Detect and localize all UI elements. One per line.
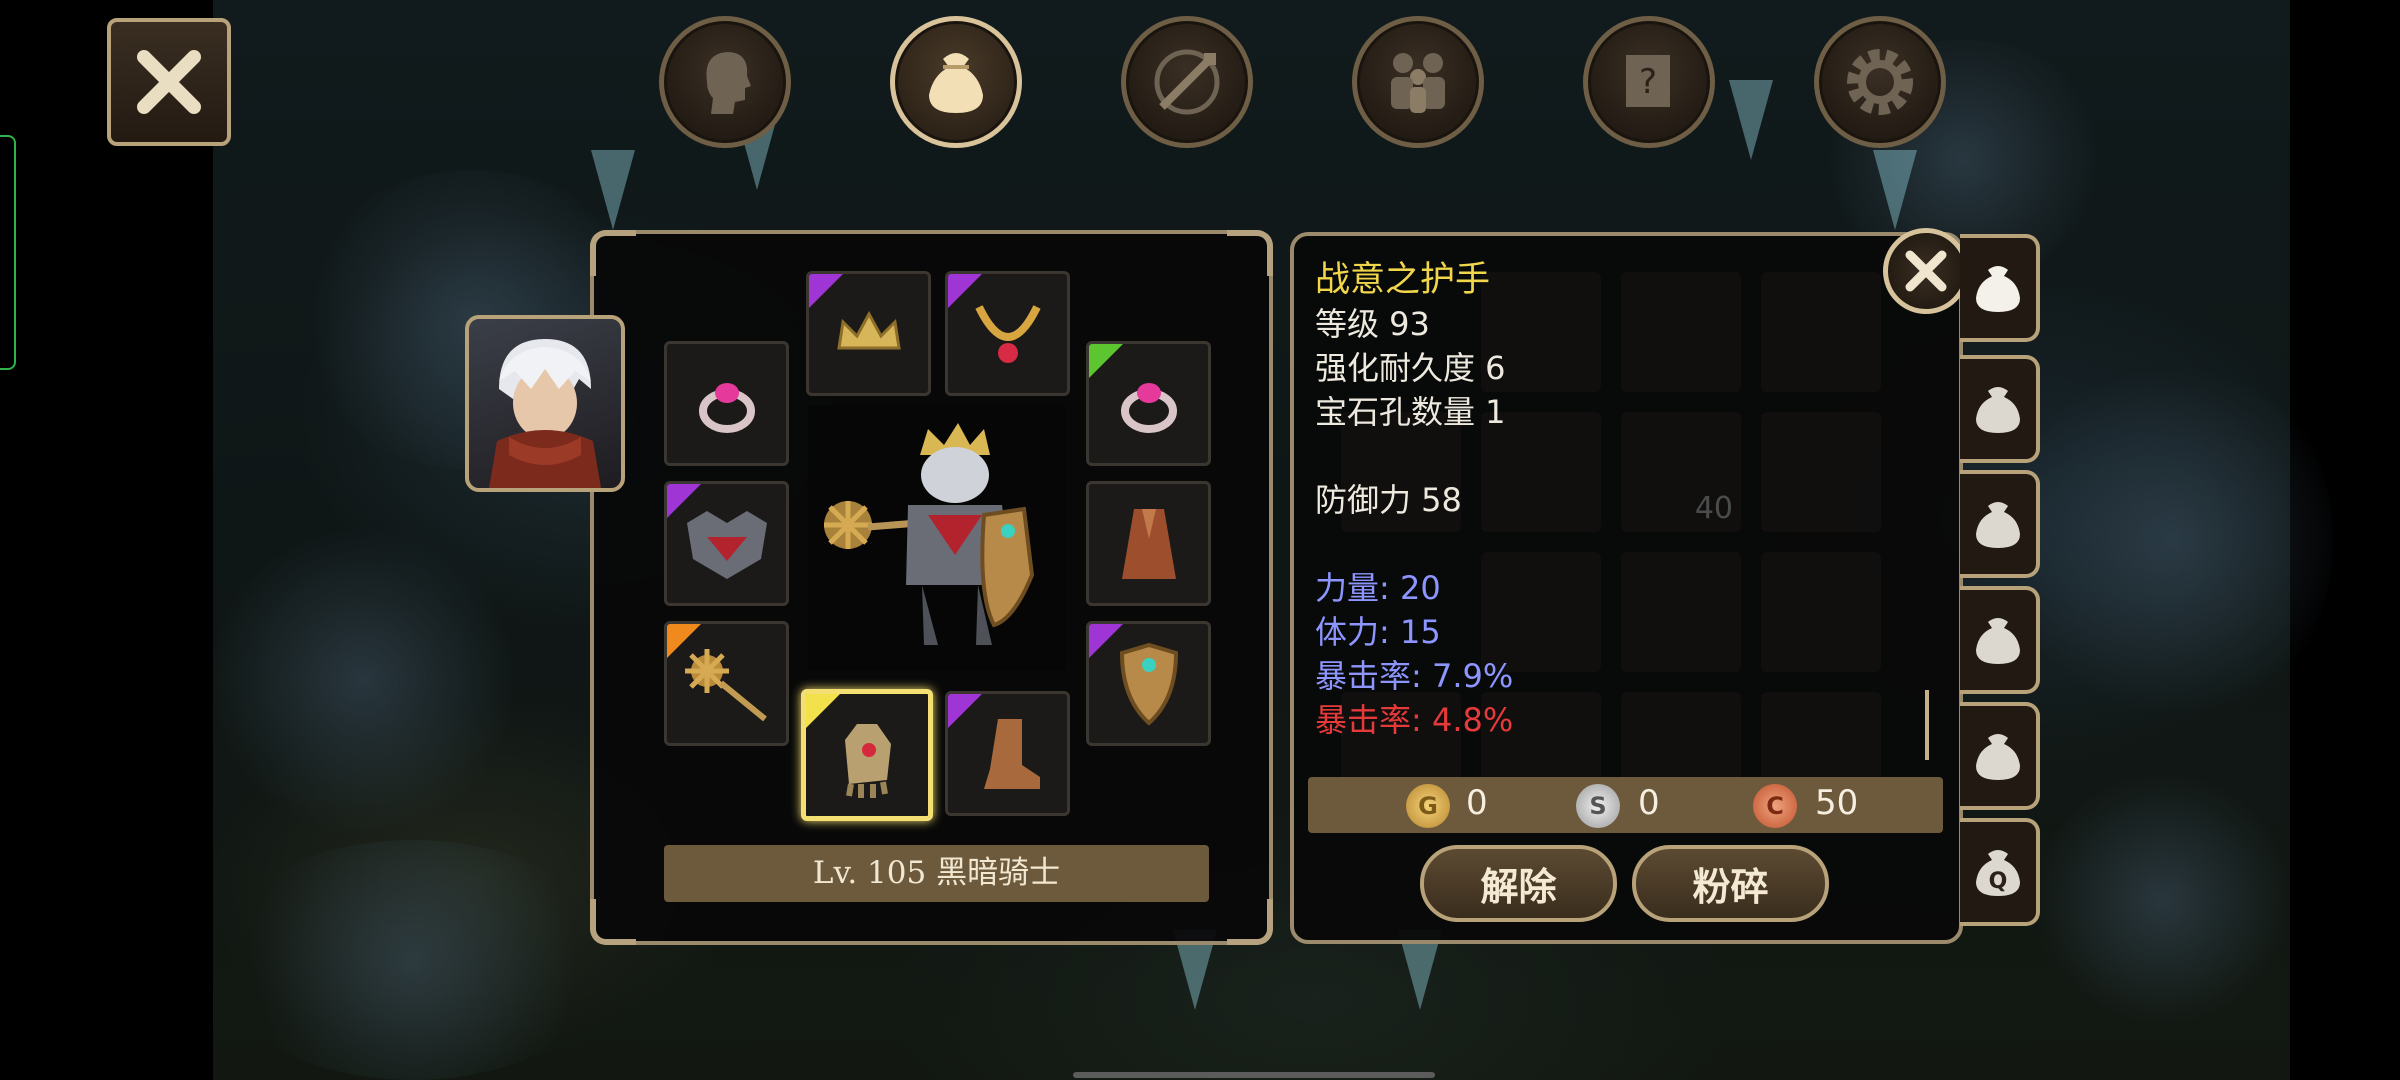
settings-gear-icon: [1847, 49, 1913, 115]
home-indicator[interactable]: [1073, 1072, 1435, 1078]
slot-shield[interactable]: [1086, 621, 1211, 746]
slot-helmet[interactable]: [806, 271, 931, 396]
bag-icon: [929, 53, 983, 113]
close-menu-button[interactable]: [107, 18, 231, 146]
sell-price-bar: G 0 S 0 C 50: [1308, 777, 1943, 833]
rarity-marker: [948, 694, 982, 728]
cloak-icon: [1121, 508, 1176, 579]
item-bonus-stamina: 体力: 15: [1315, 613, 1441, 651]
bag-icon: [1976, 266, 2020, 312]
item-name: 战意之护手: [1315, 260, 1491, 300]
gold-coin-icon: G: [1406, 784, 1450, 828]
tab-quests[interactable]: ?: [1583, 16, 1715, 148]
character-preview: [808, 405, 1066, 670]
shield-icon: [1119, 642, 1178, 726]
item-bonus-crit-extra: 暴击率: 4.8%: [1315, 701, 1514, 739]
slot-weapon[interactable]: [664, 621, 789, 746]
tooltip-scrollbar[interactable]: [1925, 690, 1929, 760]
item-bonus-crit: 暴击率: 7.9%: [1315, 657, 1514, 695]
bag-tab-quest[interactable]: Q: [1960, 818, 2040, 926]
slot-gloves-selected[interactable]: [801, 689, 933, 821]
ghost-item-count: 40: [1694, 491, 1733, 526]
bag-icon: [1976, 618, 2020, 664]
slot-boots[interactable]: [945, 691, 1070, 816]
item-gem-slots: 宝石孔数量 1: [1315, 393, 1506, 431]
item-details: 战意之护手 等级 93 强化耐久度 6 宝石孔数量 1 防御力 58 力量: 2…: [1315, 258, 1513, 742]
compass-sword-icon: [1154, 49, 1220, 115]
tab-skills[interactable]: [1121, 16, 1253, 148]
tab-inventory[interactable]: [890, 16, 1022, 148]
head-icon: [706, 52, 751, 114]
item-durability: 强化耐久度 6: [1315, 349, 1506, 387]
rarity-marker: [1089, 624, 1123, 658]
svg-text:?: ?: [1639, 62, 1657, 102]
silver-coin-icon: S: [1576, 784, 1620, 828]
unequip-button[interactable]: 解除: [1420, 845, 1617, 922]
gold-amount: 0: [1466, 783, 1488, 823]
slot-ring-right[interactable]: [1086, 341, 1211, 466]
copper-coin-icon: C: [1753, 784, 1797, 828]
left-edge-frame: [0, 135, 16, 370]
tab-settings[interactable]: [1814, 16, 1946, 148]
copper-amount: 50: [1815, 783, 1859, 823]
crown-icon: [836, 310, 901, 349]
close-icon: [1905, 250, 1947, 292]
bag-tab-4[interactable]: [1960, 586, 2040, 694]
rarity-marker: [948, 274, 982, 308]
avatar: [489, 339, 601, 488]
slot-cloak[interactable]: [1086, 481, 1211, 606]
bag-tab-1[interactable]: [1960, 234, 2040, 342]
item-bonus-strength: 力量: 20: [1315, 569, 1441, 607]
bag-icon: [1976, 502, 2020, 548]
rarity-marker: [809, 274, 843, 308]
silver-amount: 0: [1638, 783, 1660, 823]
bag-tab-2[interactable]: [1960, 355, 2040, 463]
close-tooltip-button[interactable]: [1883, 228, 1969, 314]
ring-icon: [698, 382, 755, 433]
rarity-marker: [667, 484, 701, 518]
smash-button[interactable]: 粉碎: [1632, 845, 1829, 922]
quest-bag-letter: Q: [1989, 869, 2008, 894]
rarity-marker: [1089, 344, 1123, 378]
slot-ring-left[interactable]: [664, 341, 789, 466]
character-class-level: Lv. 105 黑暗骑士: [664, 845, 1209, 902]
tab-character[interactable]: [659, 16, 791, 148]
ring-icon: [1120, 382, 1177, 433]
bag-tab-3[interactable]: [1960, 470, 2040, 578]
slot-necklace[interactable]: [945, 271, 1070, 396]
tab-party[interactable]: [1352, 16, 1484, 148]
dark-knight-sprite: [824, 423, 1035, 645]
quest-scroll-icon: ?: [1626, 55, 1670, 107]
rarity-marker: [667, 624, 701, 658]
rarity-marker: [806, 694, 840, 728]
item-level: 等级 93: [1315, 305, 1430, 343]
party-icon: [1391, 53, 1445, 113]
bag-icon: [1976, 734, 2020, 780]
item-defense: 防御力 58: [1315, 481, 1462, 519]
close-icon: [137, 50, 201, 114]
character-portrait[interactable]: [465, 315, 625, 492]
bag-icon: [1976, 387, 2020, 433]
slot-armor[interactable]: [664, 481, 789, 606]
quest-bag-icon: Q: [1976, 850, 2020, 896]
bag-tab-5[interactable]: [1960, 702, 2040, 810]
